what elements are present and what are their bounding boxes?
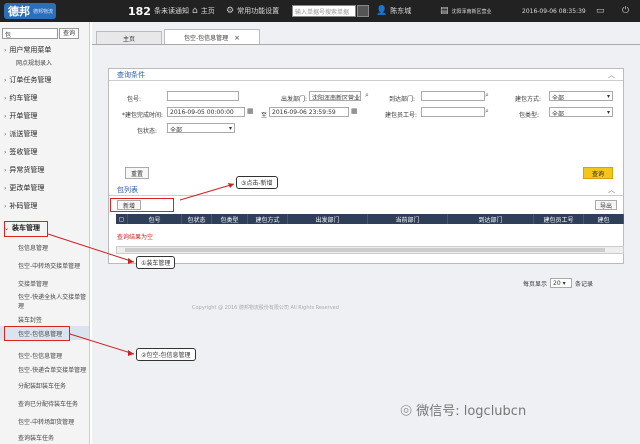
wechat-icon: ◎ [400, 401, 413, 418]
wechat-watermark: ◎ 微信号: logclubcn [400, 401, 527, 420]
highlight-pkg-info-menu [4, 326, 70, 341]
highlight-add-button [110, 198, 174, 212]
annotation-click-add: ③点击-新增 [236, 176, 278, 189]
annotation-pkg-info-mgmt: ②包空-包信息管理 [136, 348, 196, 361]
highlight-loading-menu [4, 221, 48, 237]
annotation-arrows [47, 183, 235, 356]
annotation-loading-mgmt: ①装车管理 [136, 256, 176, 269]
